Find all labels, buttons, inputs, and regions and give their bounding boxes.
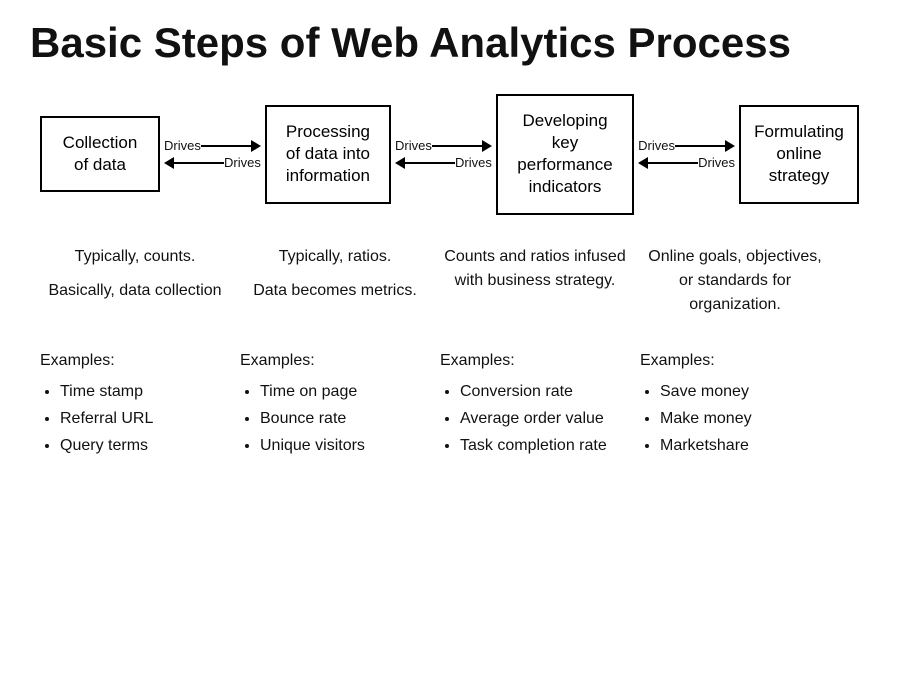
list-item: Time on page <box>260 378 430 405</box>
arrow-right-2: Drives <box>395 138 492 153</box>
descriptions-row: Typically, counts. Basically, data colle… <box>30 245 869 327</box>
desc-col-1: Typically, counts. Basically, data colle… <box>40 245 240 327</box>
examples-col-3: Examples: Conversion rate Average order … <box>440 347 640 460</box>
arrow-group-3: Drives Drives <box>638 138 735 170</box>
list-item: Task completion rate <box>460 432 630 459</box>
flow-box-1: Collection of data <box>40 116 160 192</box>
flow-box-2: Processing of data into information <box>265 105 391 203</box>
arrow-right-1: Drives <box>164 138 261 153</box>
flow-box-4: Formulating online strategy <box>739 105 859 203</box>
list-item: Marketshare <box>660 432 830 459</box>
list-item: Query terms <box>60 432 230 459</box>
examples-col-2: Examples: Time on page Bounce rate Uniqu… <box>240 347 440 460</box>
arrow-left-2: Drives <box>395 155 492 170</box>
examples-col-1: Examples: Time stamp Referral URL Query … <box>40 347 240 460</box>
examples-row: Examples: Time stamp Referral URL Query … <box>30 347 869 460</box>
list-item: Time stamp <box>60 378 230 405</box>
list-item: Conversion rate <box>460 378 630 405</box>
list-item: Average order value <box>460 405 630 432</box>
list-item: Referral URL <box>60 405 230 432</box>
list-item: Unique visitors <box>260 432 430 459</box>
arrow-left-3: Drives <box>638 155 735 170</box>
flow-box-3: Developing key performance indicators <box>496 94 634 214</box>
desc-col-3: Counts and ratios infused with business … <box>440 245 640 327</box>
arrow-group-2: Drives Drives <box>395 138 492 170</box>
list-item: Make money <box>660 405 830 432</box>
arrow-left-1: Drives <box>164 155 261 170</box>
examples-col-4: Examples: Save money Make money Marketsh… <box>640 347 840 460</box>
desc-col-4: Online goals, objectives, or standards f… <box>640 245 840 327</box>
list-item: Save money <box>660 378 830 405</box>
arrow-group-1: Drives Drives <box>164 138 261 170</box>
page-title: Basic Steps of Web Analytics Process <box>30 20 869 66</box>
flow-diagram: Collection of data Drives Drives Process… <box>30 94 869 214</box>
desc-col-2: Typically, ratios. Data becomes metrics. <box>240 245 440 327</box>
arrow-right-3: Drives <box>638 138 735 153</box>
list-item: Bounce rate <box>260 405 430 432</box>
